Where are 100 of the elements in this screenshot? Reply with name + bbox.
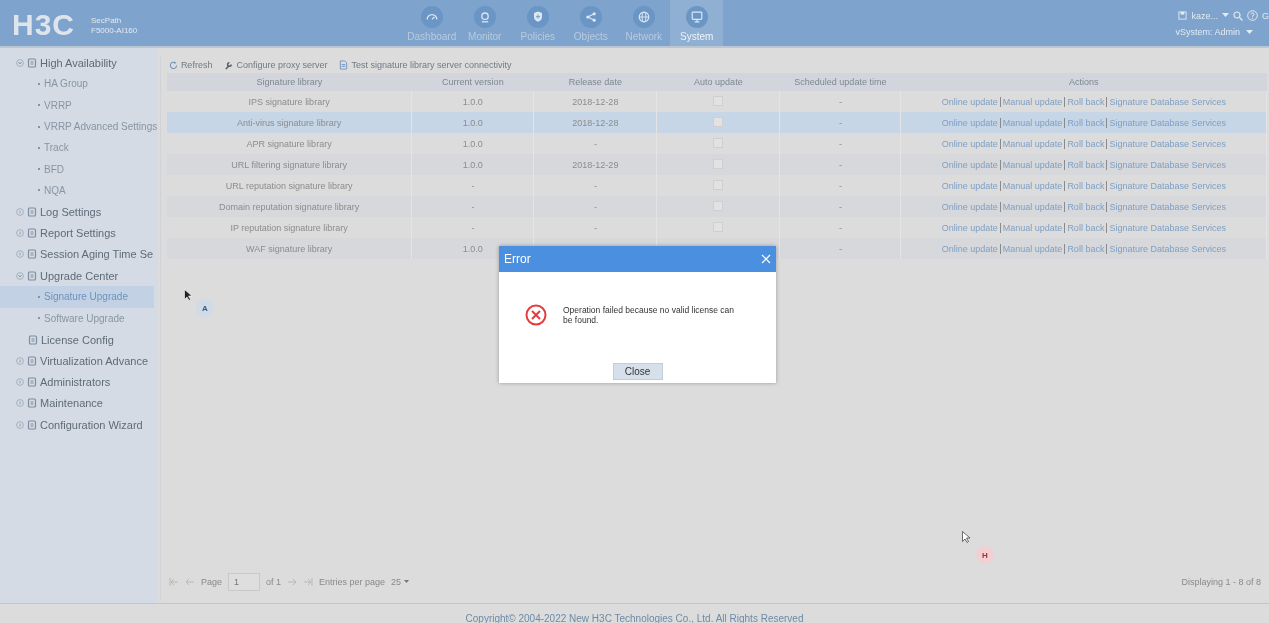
- expand-icon[interactable]: [16, 58, 24, 67]
- toolbar-button[interactable]: Configure proxy server: [224, 60, 328, 70]
- action-link[interactable]: Signature Database Services: [1106, 243, 1228, 254]
- close-icon[interactable]: [761, 254, 771, 264]
- expand-icon[interactable]: [16, 271, 24, 280]
- table-row[interactable]: URL filtering signature library 1.0.0 2018-12-29 - Online update Manual update Roll back Signature Database Services: [166, 154, 1267, 175]
- vsystem-selector[interactable]: vSystem: Admin: [1175, 27, 1240, 37]
- sidebar-item[interactable]: Administrators: [40, 376, 111, 389]
- model-name: F5000-AI160: [91, 26, 138, 36]
- checkbox[interactable]: [713, 116, 724, 127]
- page-count: of 1: [265, 577, 281, 587]
- action-link[interactable]: Roll back: [1064, 96, 1107, 107]
- column-header: Scheduled update time: [779, 73, 901, 91]
- caret-icon[interactable]: [1222, 13, 1229, 18]
- action-link[interactable]: Roll back: [1064, 138, 1107, 149]
- sidebar-subitem[interactable]: NQA: [0, 179, 158, 202]
- action-link[interactable]: Manual update: [999, 96, 1065, 107]
- user-name[interactable]: kaze...: [1191, 10, 1218, 21]
- sidebar-item[interactable]: License Config: [41, 333, 114, 346]
- action-link[interactable]: Online update: [939, 222, 1000, 233]
- nav-tab[interactable]: Monitor: [458, 0, 512, 46]
- action-link[interactable]: Roll back: [1064, 201, 1107, 212]
- action-link[interactable]: Online update: [939, 138, 1000, 149]
- help-icon[interactable]: [1247, 10, 1258, 21]
- sidebar-subitem[interactable]: HA Group: [0, 73, 158, 95]
- caret-icon[interactable]: [1246, 29, 1253, 35]
- action-link[interactable]: Signature Database Services: [1106, 117, 1228, 128]
- action-link[interactable]: Online update: [939, 159, 1000, 170]
- sidebar-item[interactable]: Maintenance: [40, 397, 103, 410]
- expand-icon[interactable]: [16, 356, 24, 365]
- expand-icon[interactable]: [16, 378, 24, 387]
- sidebar-subitem[interactable]: Signature Upgrade: [0, 286, 154, 308]
- previous-page-icon[interactable]: [184, 578, 195, 586]
- action-link[interactable]: Online update: [939, 243, 1000, 254]
- toolbar-button[interactable]: Test signature library server connectivity: [339, 60, 512, 70]
- action-link[interactable]: Roll back: [1064, 243, 1107, 254]
- table-cell: -: [411, 196, 534, 217]
- toolbar-button[interactable]: Refresh: [168, 60, 213, 70]
- entries-label: Entries per page: [318, 577, 385, 587]
- action-link[interactable]: Online update: [939, 180, 1000, 191]
- action-link[interactable]: Manual update: [999, 180, 1065, 191]
- sidebar-item[interactable]: High Availability: [40, 56, 117, 69]
- refresh-icon: [168, 60, 178, 70]
- sidebar-item[interactable]: Virtualization Advance: [40, 354, 149, 367]
- nav-tab[interactable]: Policies: [511, 0, 565, 46]
- action-link[interactable]: Signature Database Services: [1106, 180, 1228, 191]
- action-link[interactable]: Roll back: [1064, 222, 1107, 233]
- table-cell: Domain reputation signature library: [166, 196, 412, 217]
- sidebar-subitem[interactable]: VRRP Advanced Settings: [0, 115, 158, 138]
- expand-icon[interactable]: [16, 420, 24, 429]
- action-link[interactable]: Signature Database Services: [1106, 159, 1228, 170]
- expand-icon[interactable]: [16, 250, 24, 259]
- sidebar-item[interactable]: Report Settings: [40, 227, 116, 239]
- nav-tab[interactable]: Dashboard: [405, 0, 459, 46]
- action-link[interactable]: Manual update: [999, 117, 1065, 128]
- action-link[interactable]: Online update: [939, 96, 1000, 107]
- nav-tab[interactable]: System: [670, 0, 724, 46]
- action-link[interactable]: Manual update: [999, 159, 1065, 170]
- action-link[interactable]: Signature Database Services: [1106, 222, 1228, 233]
- action-link[interactable]: Signature Database Services: [1106, 138, 1228, 149]
- sidebar-item[interactable]: Session Aging Time Se: [40, 248, 154, 261]
- logo: H3C: [12, 8, 75, 42]
- action-link[interactable]: Roll back: [1064, 180, 1107, 191]
- page-icon: [27, 419, 37, 430]
- action-link[interactable]: Roll back: [1064, 117, 1107, 128]
- sidebar-subitem[interactable]: VRRP: [0, 94, 158, 116]
- sidebar-subitem[interactable]: BFD: [0, 158, 158, 180]
- sidebar-subitem[interactable]: Track: [0, 137, 158, 159]
- page-icon: [27, 228, 37, 238]
- table-row[interactable]: Anti-virus signature library 1.0.0 2018-12-28 - Online update Manual update Roll back Signature Database Services: [166, 112, 1267, 133]
- table-cell: WAF signature library: [166, 238, 412, 259]
- close-button[interactable]: Close: [612, 363, 663, 380]
- header-link[interactable]: G: [1262, 10, 1269, 21]
- action-link[interactable]: Roll back: [1064, 159, 1107, 170]
- sidebar-subitem[interactable]: Software Upgrade: [0, 307, 158, 329]
- nav-tab[interactable]: Objects: [564, 0, 618, 46]
- entries-dropdown[interactable]: 25: [390, 577, 409, 587]
- nav-tab[interactable]: Network: [617, 0, 671, 46]
- action-link[interactable]: Online update: [939, 201, 1000, 212]
- sidebar-item[interactable]: Log Settings: [40, 205, 102, 218]
- action-link[interactable]: Signature Database Services: [1106, 201, 1228, 212]
- next-page-icon[interactable]: [286, 578, 297, 586]
- action-link[interactable]: Manual update: [999, 222, 1065, 233]
- save-icon[interactable]: [1178, 11, 1188, 20]
- action-link[interactable]: Manual update: [999, 138, 1065, 149]
- first-page-icon[interactable]: [168, 578, 179, 586]
- expand-icon[interactable]: [16, 399, 24, 408]
- expand-icon[interactable]: [16, 207, 24, 216]
- expand-icon[interactable]: [16, 229, 24, 237]
- search-icon[interactable]: [1233, 10, 1243, 21]
- sidebar-item[interactable]: Configuration Wizard: [40, 418, 143, 431]
- table-row[interactable]: Domain reputation signature library - - - Online update Manual update Roll back Signature Database Services: [166, 196, 1267, 217]
- action-link[interactable]: Manual update: [999, 243, 1065, 254]
- action-link[interactable]: Signature Database Services: [1106, 96, 1228, 107]
- page-input[interactable]: 1: [227, 573, 260, 591]
- action-link[interactable]: Manual update: [999, 201, 1065, 212]
- action-link[interactable]: Online update: [939, 117, 1000, 128]
- sidebar-item[interactable]: Upgrade Center: [40, 269, 119, 282]
- last-page-icon[interactable]: [302, 578, 313, 586]
- caret-icon[interactable]: [404, 580, 409, 584]
